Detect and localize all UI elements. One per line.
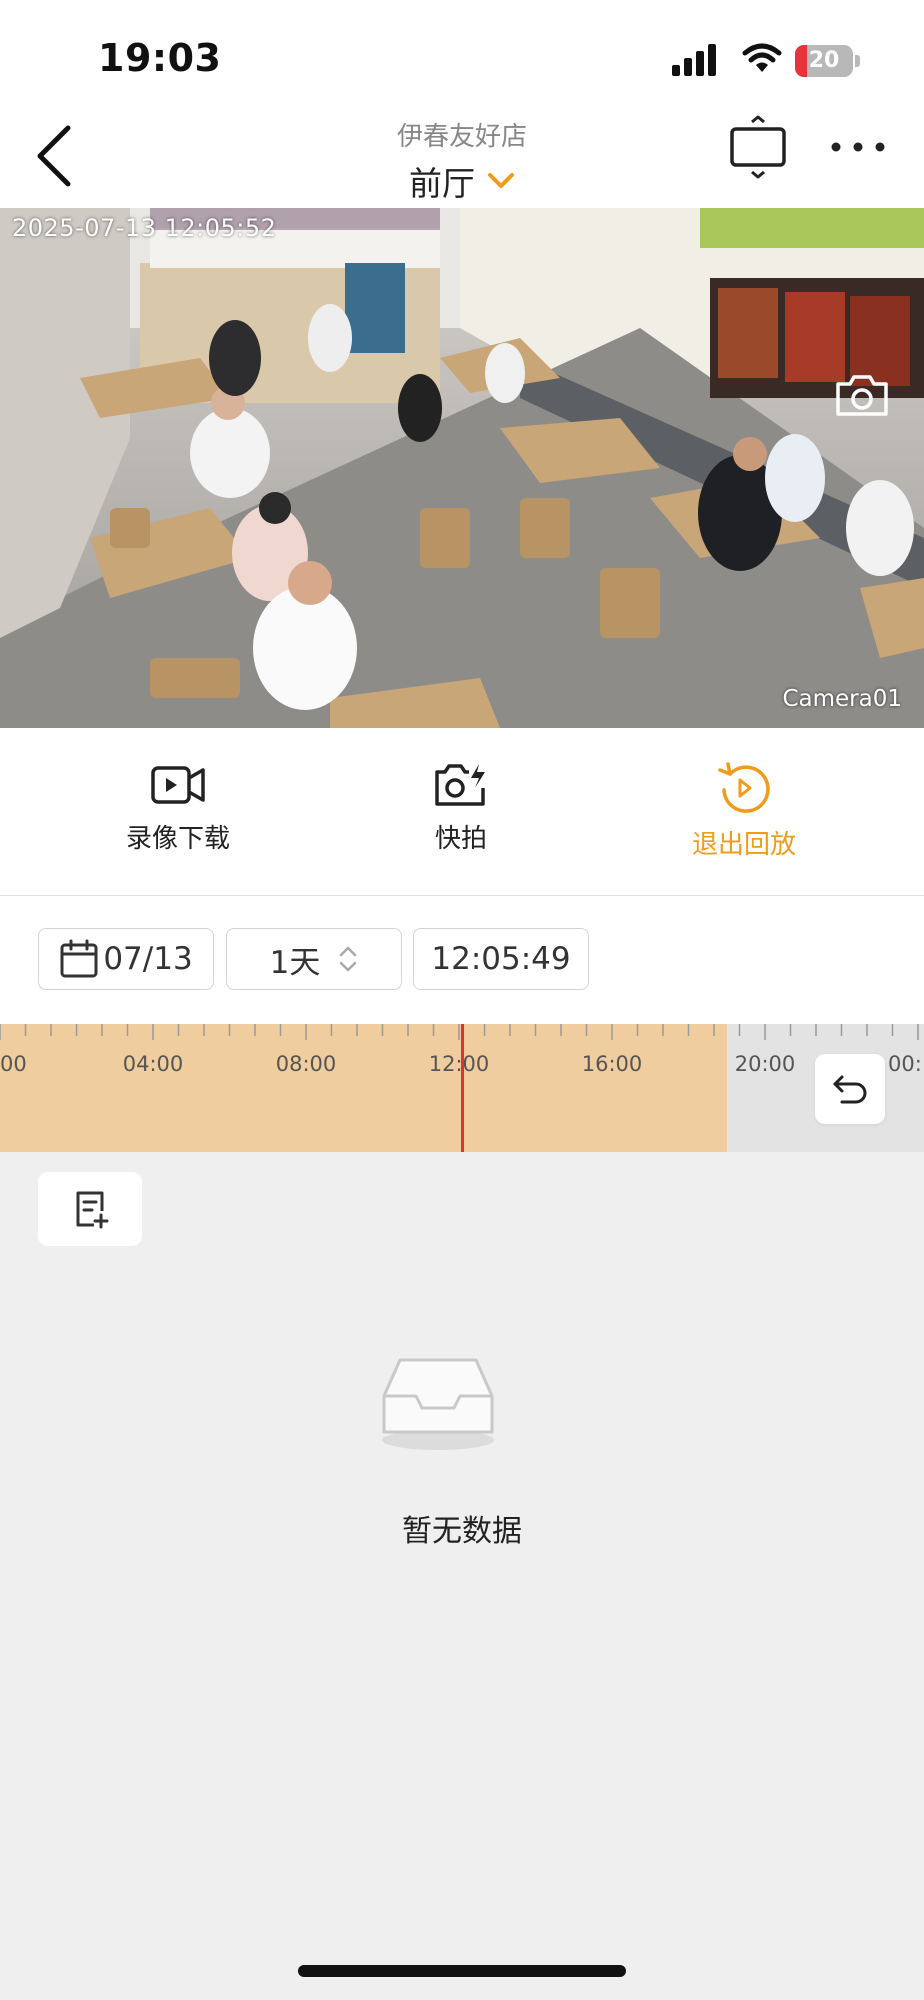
- fullscreen-icon[interactable]: [726, 114, 790, 180]
- timeline-tick-label: 20:00: [734, 1052, 796, 1076]
- timeline-tick-label: 16:00: [581, 1052, 643, 1076]
- return-to-live-button[interactable]: [815, 1054, 885, 1124]
- cellular-signal-icon: [672, 44, 716, 76]
- return-arrow-icon: [833, 1075, 867, 1104]
- replay-icon: [718, 762, 770, 813]
- timeline-tick-label: 00:: [888, 1052, 922, 1076]
- flash-snapshot-icon: [435, 764, 485, 806]
- timeline-tick-label: 04:00: [122, 1052, 184, 1076]
- up-down-chevron-icon: [340, 946, 357, 972]
- status-bar: 19:03 20: [0, 0, 924, 110]
- playback-timeline[interactable]: 00 04:00 08:00 12:00 16:00 20:00 00:: [0, 1024, 924, 1152]
- time-value: 12:05:49: [431, 941, 571, 977]
- timeline-tick-label: 08:00: [275, 1052, 337, 1076]
- exit-playback-label: 退出回放: [691, 830, 796, 860]
- video-player[interactable]: 2025-07-13 12:05:52 Camera01: [0, 208, 924, 728]
- battery-indicator: 20: [795, 45, 861, 77]
- camera-selector[interactable]: 前厅: [362, 158, 562, 204]
- quick-snapshot-label: 快拍: [434, 824, 487, 854]
- nav-bar: 伊春友好店 前厅: [0, 110, 924, 208]
- filter-bar: 07/13 1天 12:05:49: [0, 896, 924, 1024]
- camera-feed-scene: [0, 208, 924, 728]
- exit-playback-button[interactable]: 退出回放: [644, 762, 844, 861]
- date-value: 07/13: [103, 941, 193, 977]
- chevron-down-icon: [488, 173, 514, 188]
- empty-inbox-icon: [382, 1358, 494, 1450]
- camera-label: Camera01: [782, 686, 902, 712]
- camera-name: 前厅: [409, 164, 475, 203]
- timeline-tick-label: 12:00: [428, 1052, 490, 1076]
- store-name: 伊春友好店: [396, 122, 527, 152]
- timeline-tick-label: 00: [0, 1052, 27, 1076]
- status-time: 19:03: [98, 36, 222, 80]
- back-arrow-icon[interactable]: [24, 116, 88, 196]
- battery-percent: 20: [808, 48, 840, 73]
- range-value: 1天: [269, 944, 321, 981]
- video-camera-icon: [151, 766, 205, 804]
- home-indicator[interactable]: [298, 1965, 626, 1977]
- playback-actions: 录像下载 快拍 退出回放: [0, 728, 924, 896]
- quick-snapshot-button[interactable]: 快拍: [361, 762, 561, 855]
- add-document-icon: [76, 1191, 109, 1229]
- calendar-icon: [60, 939, 98, 978]
- empty-state-text: 暂无数据: [402, 1514, 522, 1549]
- record-download-button[interactable]: 录像下载: [78, 762, 278, 855]
- range-selector[interactable]: 1天: [226, 928, 402, 990]
- camera-snapshot-icon[interactable]: [832, 370, 892, 420]
- record-download-label: 录像下载: [125, 824, 230, 854]
- wifi-icon: [742, 43, 782, 72]
- time-picker[interactable]: 12:05:49: [413, 928, 589, 990]
- more-options-icon[interactable]: [826, 130, 890, 164]
- playhead[interactable]: [460, 1024, 464, 1152]
- add-clip-button[interactable]: [38, 1172, 142, 1246]
- date-picker[interactable]: 07/13: [38, 928, 214, 990]
- video-timestamp: 2025-07-13 12:05:52: [12, 214, 277, 242]
